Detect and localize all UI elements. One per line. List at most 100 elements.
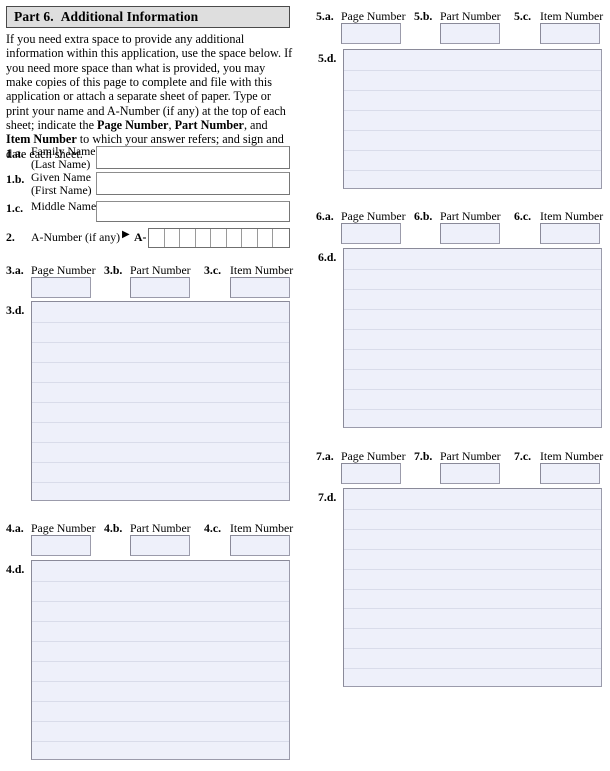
additional-info-index: 3.d. — [6, 303, 25, 317]
rule-line — [32, 322, 289, 323]
part-number-index: 3.b. — [104, 263, 123, 277]
page-part-item-row: 5.a. Page Number 5.b. Part Number 5.c. Item N… — [310, 9, 610, 47]
rule-line — [344, 329, 601, 330]
rule-line — [32, 701, 289, 702]
rule-line — [32, 442, 289, 443]
part-header: Part 6. Additional Information — [6, 6, 290, 28]
name-field-index: 1.c. — [6, 201, 24, 215]
item-number-input[interactable] — [540, 223, 600, 244]
a-number-cell[interactable] — [242, 229, 258, 247]
a-number-index: 2. — [6, 230, 15, 244]
rule-line — [344, 389, 601, 390]
item-number-input[interactable] — [540, 463, 600, 484]
part-number-input[interactable] — [130, 535, 190, 556]
rule-line — [344, 668, 601, 669]
part-number-index: 4.b. — [104, 521, 123, 535]
part-number-index: 6.b. — [414, 209, 433, 223]
part-number-label: Part Number — [440, 209, 501, 223]
page-number-index: 3.a. — [6, 263, 24, 277]
page-part-item-row: 7.a. Page Number 7.b. Part Number 7.c. Item N… — [310, 449, 610, 487]
item-number-input[interactable] — [540, 23, 600, 44]
item-number-index: 7.c. — [514, 449, 532, 463]
a-number-label: A-Number (if any) — [31, 230, 121, 244]
rule-line — [344, 150, 601, 151]
part-number-input[interactable] — [130, 277, 190, 298]
name-field-row: 1.b. Given Name (First Name) — [0, 171, 300, 197]
arrow-right-icon: ▶ — [122, 229, 130, 240]
part-number-input[interactable] — [440, 223, 500, 244]
part-number-label: Part Number — [130, 521, 191, 535]
rule-line — [32, 402, 289, 403]
a-number-cell[interactable] — [165, 229, 180, 247]
page-number-input[interactable] — [341, 463, 401, 484]
name-field-label: Family Name (Last Name) — [31, 144, 96, 171]
page-part-item-row: 3.a. Page Number 3.b. Part Number 3.c. Item N… — [0, 263, 300, 301]
page-number-label: Page Number — [341, 209, 406, 223]
a-number-input[interactable] — [148, 228, 290, 248]
part-header-number: Part 6. — [14, 9, 54, 24]
rule-line — [344, 269, 601, 270]
rule-line — [344, 529, 601, 530]
additional-info-textarea[interactable] — [343, 248, 602, 428]
page-number-index: 7.a. — [316, 449, 334, 463]
rule-line — [344, 628, 601, 629]
rule-line — [32, 741, 289, 742]
page-number-label: Page Number — [341, 449, 406, 463]
item-number-index: 4.c. — [204, 521, 222, 535]
rule-line — [32, 721, 289, 722]
item-number-index: 5.c. — [514, 9, 532, 23]
rule-line — [32, 581, 289, 582]
rule-line — [344, 289, 601, 290]
additional-info-textarea[interactable] — [343, 49, 602, 189]
name-field-input[interactable] — [96, 146, 290, 169]
page-number-label: Page Number — [341, 9, 406, 23]
page-number-label: Page Number — [31, 263, 96, 277]
item-number-index: 3.c. — [204, 263, 222, 277]
name-field-row: 1.a. Family Name (Last Name) — [0, 145, 300, 171]
page-number-input[interactable] — [341, 223, 401, 244]
a-number-cell[interactable] — [227, 229, 242, 247]
part-number-input[interactable] — [440, 23, 500, 44]
part-number-input[interactable] — [440, 463, 500, 484]
rule-line — [344, 509, 601, 510]
page-number-input[interactable] — [31, 277, 91, 298]
additional-info-index: 4.d. — [6, 562, 25, 576]
a-number-cell[interactable] — [258, 229, 273, 247]
a-number-cell[interactable] — [196, 229, 211, 247]
name-field-input[interactable] — [96, 201, 290, 222]
name-field-input[interactable] — [96, 172, 290, 195]
additional-info-index: 7.d. — [318, 490, 337, 504]
rule-line — [32, 362, 289, 363]
page-number-index: 6.a. — [316, 209, 334, 223]
instructions-paragraph: If you need extra space to provide any a… — [6, 32, 293, 161]
rule-line — [32, 641, 289, 642]
a-number-cell[interactable] — [149, 229, 165, 247]
rule-line — [344, 409, 601, 410]
a-number-cell[interactable] — [211, 229, 227, 247]
additional-info-textarea[interactable] — [31, 560, 290, 760]
a-number-cell[interactable] — [273, 229, 289, 247]
rule-line — [344, 110, 601, 111]
page-number-input[interactable] — [31, 535, 91, 556]
part-number-label: Part Number — [440, 449, 501, 463]
instructions-emphasis: Page Number — [97, 118, 169, 133]
rule-line — [32, 462, 289, 463]
name-field-index: 1.a. — [6, 146, 24, 160]
rule-line — [344, 130, 601, 131]
item-number-input[interactable] — [230, 277, 290, 298]
part-header-title: Additional Information — [60, 9, 199, 24]
a-number-cell[interactable] — [180, 229, 196, 247]
page-number-input[interactable] — [341, 23, 401, 44]
a-number-prefix: A- — [134, 230, 147, 244]
additional-info-textarea[interactable] — [343, 488, 602, 687]
item-number-input[interactable] — [230, 535, 290, 556]
rule-line — [344, 70, 601, 71]
item-number-index: 6.c. — [514, 209, 532, 223]
part-number-index: 7.b. — [414, 449, 433, 463]
rule-line — [32, 621, 289, 622]
additional-info-textarea[interactable] — [31, 301, 290, 501]
rule-line — [344, 608, 601, 609]
rule-line — [32, 661, 289, 662]
page-number-label: Page Number — [31, 521, 96, 535]
rule-line — [344, 648, 601, 649]
